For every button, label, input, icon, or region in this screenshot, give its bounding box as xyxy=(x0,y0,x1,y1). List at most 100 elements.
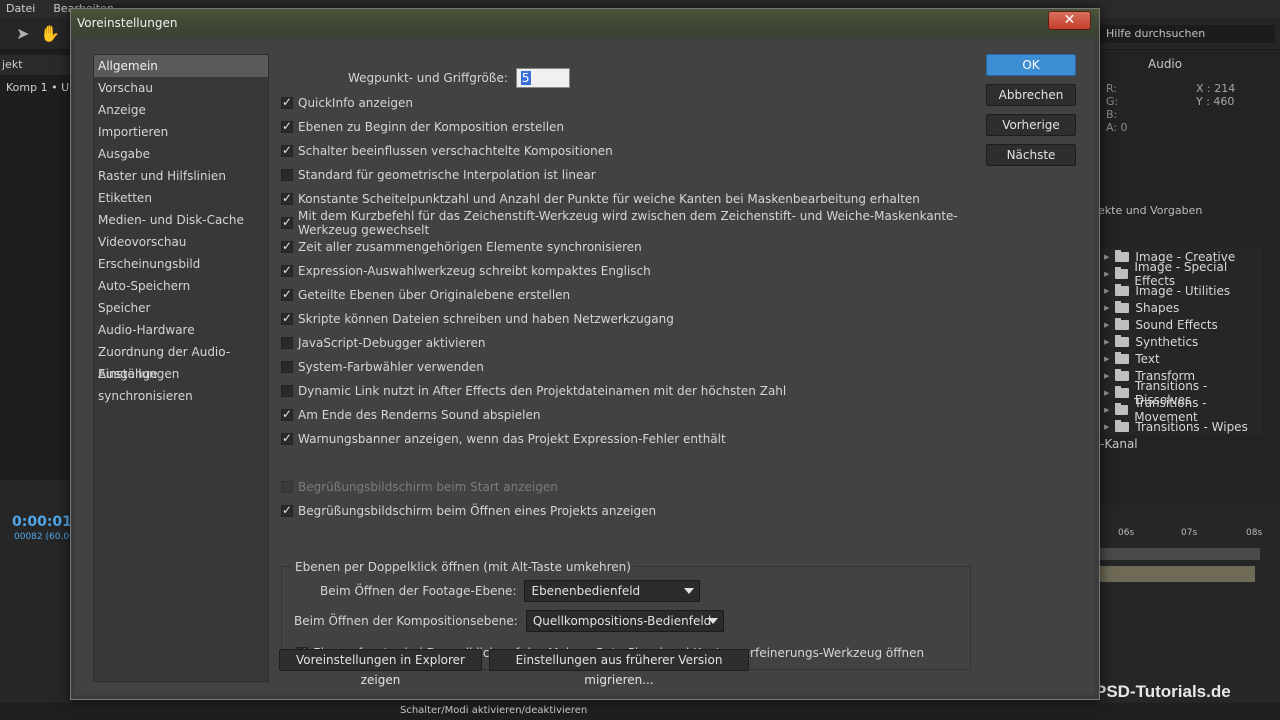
close-button[interactable]: ✕ xyxy=(1048,11,1091,30)
effect-folder[interactable]: ▶ Transitions - Movement xyxy=(1100,396,1262,424)
effect-folder[interactable]: ▶ Image - Special Effects xyxy=(1100,260,1262,288)
expand-triangle-icon[interactable]: ▶ xyxy=(1104,304,1109,312)
checkbox-row[interactable]: Warnungsbanner anzeigen, wenn das Projek… xyxy=(281,430,726,448)
expand-triangle-icon[interactable]: ▶ xyxy=(1104,355,1109,363)
project-tab[interactable]: jekt xyxy=(0,55,70,75)
effect-folder[interactable]: ▶ Synthetics xyxy=(1100,333,1262,350)
previous-button[interactable]: Vorherige xyxy=(986,114,1076,136)
time-ruler[interactable]: 06s 07s 08s xyxy=(1100,528,1265,542)
checkbox[interactable] xyxy=(281,119,293,133)
category-auto-save[interactable]: Auto-Speichern xyxy=(94,275,268,297)
dialog-titlebar[interactable]: Voreinstellungen ✕ xyxy=(71,9,1099,39)
checkbox[interactable] xyxy=(281,287,293,301)
expand-triangle-icon[interactable]: ▶ xyxy=(1104,287,1109,295)
checkbox[interactable] xyxy=(281,311,293,325)
checkbox-row[interactable]: Zeit aller zusammengehörigen Elemente sy… xyxy=(281,238,642,256)
checkbox-row[interactable]: Konstante Scheitelpunktzahl und Anzahl d… xyxy=(281,190,920,208)
ok-button[interactable]: OK xyxy=(986,54,1076,76)
effects-panel-title[interactable]: ekte und Vorgaben xyxy=(1098,204,1202,217)
effect-folder[interactable]: ▶ Transitions - Wipes xyxy=(1100,418,1262,435)
checkbox[interactable] xyxy=(281,263,293,277)
expand-triangle-icon[interactable]: ▶ xyxy=(1104,423,1109,431)
category-sync-settings[interactable]: Einstellungen synchronisieren xyxy=(94,363,268,403)
menu-file[interactable]: Datei xyxy=(6,0,35,18)
general-settings: Wegpunkt- und Griffgröße: 5 QuickInfo an… xyxy=(275,39,975,699)
checkbox-label: Skripte können Dateien schreiben und hab… xyxy=(298,312,674,326)
dialog-title: Voreinstellungen xyxy=(77,16,178,30)
checkbox[interactable] xyxy=(281,407,293,421)
category-audio-hardware[interactable]: Audio-Hardware xyxy=(94,319,268,341)
category-display[interactable]: Anzeige xyxy=(94,99,268,121)
checkbox[interactable] xyxy=(281,191,293,205)
checkbox[interactable] xyxy=(281,169,293,181)
checkbox[interactable] xyxy=(281,239,293,253)
handle-size-value: 5 xyxy=(520,71,531,85)
category-output[interactable]: Ausgabe xyxy=(94,143,268,165)
cancel-button[interactable]: Abbrechen xyxy=(986,84,1076,106)
checkbox[interactable] xyxy=(281,385,293,397)
comp-tab[interactable]: Komp 1 • Ur xyxy=(6,81,74,94)
checkbox[interactable] xyxy=(281,361,293,373)
expand-triangle-icon[interactable]: ▶ xyxy=(1104,406,1109,414)
checkbox[interactable] xyxy=(281,431,293,445)
expand-triangle-icon[interactable]: ▶ xyxy=(1104,321,1109,329)
audio-tab[interactable]: Audio xyxy=(1148,57,1182,71)
show-in-explorer-button[interactable]: Voreinstellungen in Explorer zeigen xyxy=(279,649,482,687)
ruler-tick: 08s xyxy=(1246,528,1263,538)
category-media-cache[interactable]: Medien- und Disk-Cache xyxy=(94,209,268,231)
checkbox-row[interactable]: Ebenen zu Beginn der Komposition erstell… xyxy=(281,118,564,136)
checkbox-row[interactable]: JavaScript-Debugger aktivieren xyxy=(281,334,486,352)
expand-triangle-icon[interactable]: ▶ xyxy=(1104,270,1109,278)
checkbox[interactable] xyxy=(281,95,293,109)
splash-open-row[interactable]: Begrüßungsbildschirm beim Öffnen eines P… xyxy=(281,502,656,520)
checkbox-label: Standard für geometrische Interpolation … xyxy=(298,168,596,182)
next-button[interactable]: Nächste xyxy=(986,144,1076,166)
help-search-input[interactable]: Hilfe durchsuchen xyxy=(1100,25,1275,43)
category-import[interactable]: Importieren xyxy=(94,121,268,143)
effect-folder[interactable]: ▶ Text xyxy=(1100,350,1262,367)
category-appearance[interactable]: Erscheinungsbild xyxy=(94,253,268,275)
checkbox[interactable] xyxy=(281,337,293,349)
comp-open-dropdown[interactable]: Quellkompositions-Bedienfeld xyxy=(525,610,724,632)
expand-triangle-icon[interactable]: ▶ xyxy=(1104,253,1109,261)
checkbox-row[interactable]: QuickInfo anzeigen xyxy=(281,94,413,112)
category-memory[interactable]: Speicher xyxy=(94,297,268,319)
checkbox-row[interactable]: System-Farbwähler verwenden xyxy=(281,358,484,376)
checkbox[interactable] xyxy=(281,215,293,229)
footage-open-dropdown[interactable]: Ebenenbedienfeld xyxy=(524,580,701,602)
info-coords: X : 214 Y : 460 xyxy=(1196,82,1235,108)
handle-size-input[interactable]: 5 xyxy=(515,68,570,88)
timecode[interactable]: 0:00:01 xyxy=(12,514,72,530)
effect-folder[interactable]: ▶ Shapes xyxy=(1100,299,1262,316)
migrate-settings-button[interactable]: Einstellungen aus früherer Version migri… xyxy=(489,649,749,687)
dropdown-arrow-icon xyxy=(684,588,695,594)
category-audio-output-mapping[interactable]: Zuordnung der Audio-Ausgänge xyxy=(94,341,268,381)
checkbox-row[interactable]: Am Ende des Renderns Sound abspielen xyxy=(281,406,540,424)
hand-tool-icon[interactable]: ✋ xyxy=(40,24,60,43)
expand-triangle-icon[interactable]: ▶ xyxy=(1104,338,1109,346)
checkbox-row[interactable]: Standard für geometrische Interpolation … xyxy=(281,166,596,184)
checkbox[interactable] xyxy=(281,143,293,157)
checkbox-row[interactable]: Dynamic Link nutzt in After Effects den … xyxy=(281,382,786,400)
splash-start-row: Begrüßungsbildschirm beim Start anzeigen xyxy=(281,478,558,496)
checkbox[interactable] xyxy=(281,503,293,517)
category-grids-guides[interactable]: Raster und Hilfslinien xyxy=(94,165,268,187)
checkbox-row[interactable]: Schalter beeinflussen verschachtelte Kom… xyxy=(281,142,613,160)
work-area-bar[interactable] xyxy=(1100,548,1260,560)
selection-tool-icon[interactable]: ➤ xyxy=(16,24,29,43)
toggle-switches-modes[interactable]: Schalter/Modi aktivieren/deaktivieren xyxy=(400,705,587,716)
category-general[interactable]: Allgemein xyxy=(94,55,268,77)
expand-triangle-icon[interactable]: ▶ xyxy=(1104,372,1109,380)
layer-track[interactable] xyxy=(1100,566,1255,582)
category-labels[interactable]: Etiketten xyxy=(94,187,268,209)
checkbox-row[interactable]: Expression-Auswahlwerkzeug schreibt komp… xyxy=(281,262,651,280)
checkbox-row[interactable]: Skripte können Dateien schreiben und hab… xyxy=(281,310,674,328)
checkbox-row[interactable]: Geteilte Ebenen über Originalebene erste… xyxy=(281,286,570,304)
category-preview[interactable]: Vorschau xyxy=(94,77,268,99)
expand-triangle-icon[interactable]: ▶ xyxy=(1104,389,1109,397)
category-video-preview[interactable]: Videovorschau xyxy=(94,231,268,253)
effect-folder[interactable]: ▶ Sound Effects xyxy=(1100,316,1262,333)
checkbox-row[interactable]: Mit dem Kurzbefehl für das Zeichenstift-… xyxy=(281,209,975,237)
info-b: B: xyxy=(1106,108,1118,121)
effect-folder-label: Sound Effects xyxy=(1135,317,1218,332)
